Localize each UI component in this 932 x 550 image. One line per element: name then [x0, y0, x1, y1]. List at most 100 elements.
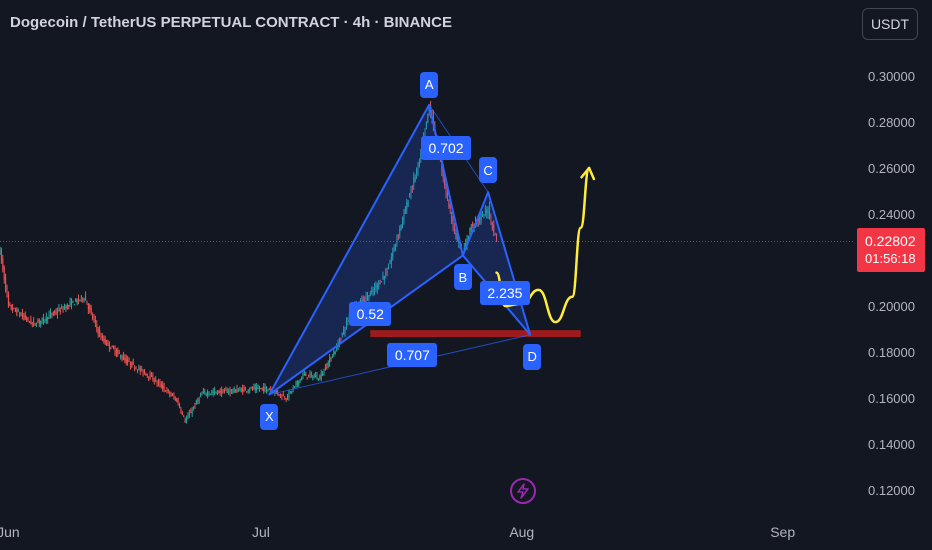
candle-body	[65, 306, 67, 310]
candle-body	[181, 412, 183, 414]
candle-body	[249, 390, 251, 392]
candle-body	[194, 406, 196, 408]
candle-body	[135, 368, 137, 370]
candle-body	[240, 389, 242, 392]
candle-body	[101, 336, 103, 338]
candle-body	[313, 376, 315, 378]
pattern-triangle-bcd[interactable]	[461, 191, 532, 336]
fib-ratio-label[interactable]: 2.235	[479, 281, 530, 306]
candle-body	[214, 390, 216, 393]
candle-body	[58, 308, 60, 311]
candle-body	[209, 393, 211, 395]
candle-body	[264, 387, 266, 389]
y-tick-label: 0.14000	[868, 437, 915, 452]
y-tick-label: 0.28000	[868, 115, 915, 130]
candle-body	[122, 355, 124, 360]
candle-body	[303, 374, 305, 376]
candle-body	[253, 387, 255, 389]
fib-ratio-label[interactable]: 0.707	[387, 343, 438, 368]
fib-ratio-label[interactable]: 0.52	[349, 302, 392, 327]
candle-body	[330, 358, 332, 360]
candle-body	[169, 392, 171, 395]
candle-body	[266, 387, 268, 391]
pattern-point-a[interactable]: A	[420, 71, 439, 98]
pattern-point-c[interactable]: C	[479, 157, 498, 184]
candle-body	[166, 389, 168, 391]
candle-body	[54, 311, 56, 313]
candle-body	[138, 367, 140, 369]
candle-body	[69, 302, 71, 304]
candle-body	[246, 391, 248, 393]
candle-body	[285, 398, 287, 401]
candle-body	[191, 410, 193, 414]
candle-body	[114, 349, 116, 354]
candle-body	[250, 387, 252, 389]
candle-body	[215, 391, 217, 393]
candle-body	[306, 377, 308, 379]
y-tick-label: 0.12000	[868, 483, 915, 498]
candle-body	[20, 315, 22, 317]
currency-button[interactable]: USDT	[862, 8, 918, 40]
candle-body	[225, 389, 227, 391]
support-zone[interactable]	[370, 330, 581, 338]
candle-body	[35, 325, 37, 327]
candle-body	[235, 389, 237, 393]
candle-body	[312, 377, 314, 379]
candle-body	[204, 391, 206, 393]
candle-body	[124, 357, 126, 361]
candle-body	[302, 374, 304, 376]
candle-body	[96, 324, 98, 328]
candle-body	[72, 300, 74, 303]
candle-body	[90, 308, 92, 313]
candle-body	[33, 321, 35, 323]
candle-body	[195, 400, 197, 405]
candle-body	[310, 373, 312, 376]
candle-body	[134, 367, 136, 369]
candle-body	[55, 311, 57, 314]
candle-body	[165, 390, 167, 392]
candle-body	[48, 314, 50, 319]
candle-body	[289, 391, 291, 393]
candle-body	[288, 392, 290, 398]
candle-body	[37, 321, 39, 323]
pattern-point-d[interactable]: D	[523, 343, 542, 370]
candle-body	[228, 391, 230, 393]
candle-body	[233, 388, 235, 391]
candle-body	[103, 339, 105, 342]
candle-body	[211, 391, 213, 393]
flash-icon[interactable]	[510, 478, 536, 504]
candle-body	[327, 361, 329, 367]
candle-body	[157, 380, 159, 383]
candle-body	[97, 328, 99, 334]
pattern-point-b[interactable]: B	[453, 264, 472, 291]
candle-body	[0, 249, 2, 260]
candle-body	[10, 305, 12, 309]
fib-ratio-label[interactable]: 0.702	[421, 135, 472, 160]
pattern-point-x[interactable]: X	[260, 403, 279, 430]
candle-body	[309, 373, 311, 375]
candle-body	[57, 312, 59, 314]
candle-body	[19, 313, 21, 316]
x-tick-label: Jul	[252, 524, 270, 540]
candle-body	[42, 316, 44, 322]
candle-body	[202, 391, 204, 393]
candle-body	[176, 398, 178, 402]
candle-body	[136, 369, 138, 371]
candle-body	[79, 299, 81, 301]
candle-body	[59, 309, 61, 312]
candle-body	[92, 314, 94, 319]
candle-body	[52, 312, 54, 315]
y-tick-label: 0.16000	[868, 391, 915, 406]
candle-body	[23, 315, 25, 318]
candle-body	[149, 373, 151, 379]
candle-body	[322, 373, 324, 376]
candle-body	[305, 373, 307, 376]
candle-body	[47, 317, 49, 320]
candle-body	[28, 321, 30, 323]
candle-body	[107, 341, 109, 343]
candle-body	[45, 316, 47, 321]
candle-body	[51, 313, 53, 315]
candle-body	[148, 376, 150, 378]
candle-body	[30, 318, 32, 324]
candle-body	[12, 308, 14, 311]
